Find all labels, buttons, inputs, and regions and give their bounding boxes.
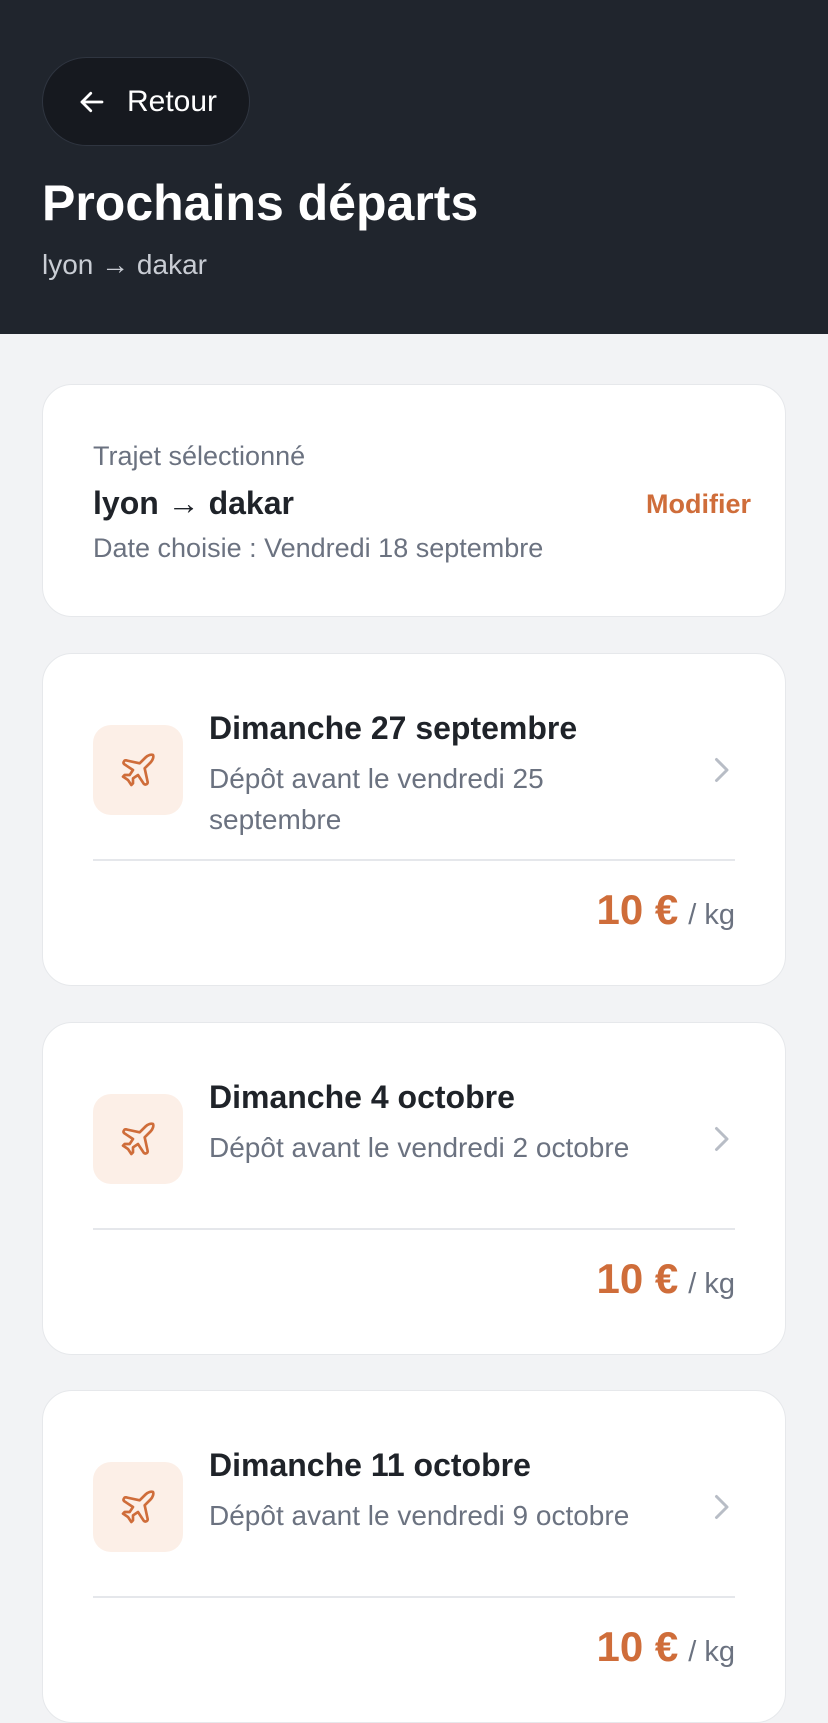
plane-icon: [121, 1490, 155, 1524]
departure-card[interactable]: Dimanche 4 octobre Dépôt avant le vendre…: [42, 1022, 786, 1355]
selected-route-card: Trajet sélectionné lyon → dakar Date cho…: [42, 384, 786, 617]
departure-deadline: Dépôt avant le vendredi 2 octobre: [209, 1132, 630, 1163]
departure-icon-box: [93, 1094, 183, 1184]
price-unit: / kg: [688, 1268, 735, 1300]
plane-icon: [121, 753, 155, 787]
chevron-right-icon: [715, 1495, 729, 1519]
page-title: Prochains départs: [42, 175, 479, 231]
chevron-right-icon: [715, 1127, 729, 1151]
departure-card[interactable]: Dimanche 11 octobre Dépôt avant le vendr…: [42, 1390, 786, 1723]
price-row: 10 € / kg: [597, 1255, 736, 1303]
departure-card[interactable]: Dimanche 27 septembre Dépôt avant le ven…: [42, 653, 786, 986]
chevron-right-icon: [715, 758, 729, 782]
departure-date: Dimanche 11 octobre: [209, 1447, 531, 1483]
departure-icon-box: [93, 725, 183, 815]
departure-date: Dimanche 27 septembre: [209, 710, 578, 746]
arrow-left-icon: [80, 91, 104, 112]
card-divider: [93, 1228, 735, 1230]
selected-date: Date choisie : Vendredi 18 septembre: [93, 533, 544, 563]
route-subtitle: lyon → dakar: [42, 249, 207, 280]
plane-icon: [121, 1122, 155, 1156]
price-unit: / kg: [688, 1636, 735, 1668]
card-divider: [93, 859, 735, 861]
selected-route-caption: Trajet sélectionné: [93, 441, 306, 471]
price-value: 10 €: [596, 886, 679, 933]
departure-deadline: Dépôt avant le vendredi 25 septembre: [209, 763, 544, 835]
back-button-label: Retour: [127, 84, 218, 118]
selected-route: lyon → dakar: [93, 485, 294, 521]
price-row: 10 € / kg: [597, 886, 736, 934]
price-value: 10 €: [596, 1255, 679, 1302]
price-value: 10 €: [596, 1623, 679, 1670]
back-button[interactable]: Retour: [42, 57, 250, 146]
card-divider: [93, 1596, 735, 1598]
price-row: 10 € / kg: [597, 1623, 736, 1671]
departure-deadline: Dépôt avant le vendredi 9 octobre: [209, 1500, 630, 1531]
departure-date: Dimanche 4 octobre: [209, 1079, 515, 1115]
modify-button[interactable]: Modifier: [646, 489, 751, 520]
price-unit: / kg: [688, 899, 735, 931]
departure-icon-box: [93, 1462, 183, 1552]
page-header: Retour Prochains départs lyon → dakar: [0, 0, 828, 334]
